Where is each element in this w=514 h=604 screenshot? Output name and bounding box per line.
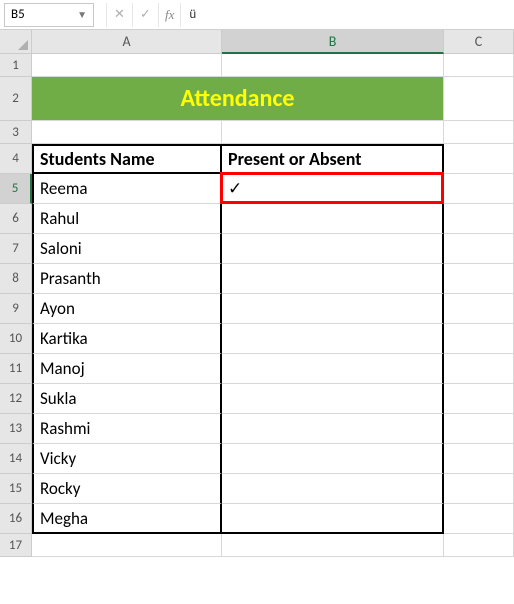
- row-header-9[interactable]: 9: [0, 294, 32, 324]
- row-header-7[interactable]: 7: [0, 234, 32, 264]
- student-status-cell[interactable]: [222, 444, 444, 474]
- cell[interactable]: [444, 77, 514, 121]
- row-header-17[interactable]: 17: [0, 534, 32, 557]
- cell[interactable]: [444, 534, 514, 557]
- row-header-1[interactable]: 1: [0, 54, 32, 77]
- student-name-cell[interactable]: Manoj: [32, 354, 222, 384]
- cell[interactable]: [444, 174, 514, 204]
- cell[interactable]: [444, 54, 514, 77]
- student-name-cell[interactable]: Megha: [32, 504, 222, 534]
- student-name-cell[interactable]: Rashmi: [32, 414, 222, 444]
- student-name-cell[interactable]: Saloni: [32, 234, 222, 264]
- cells-area[interactable]: Attendance Students NamePresent or Absent…: [32, 54, 514, 557]
- row-header-10[interactable]: 10: [0, 324, 32, 354]
- row-header-4[interactable]: 4: [0, 144, 32, 174]
- row-headers: 1234567891011121314151617: [0, 54, 32, 557]
- student-name-cell[interactable]: Vicky: [32, 444, 222, 474]
- column-headers: ABC: [32, 30, 514, 54]
- cell[interactable]: [32, 534, 222, 557]
- student-name-cell[interactable]: Rocky: [32, 474, 222, 504]
- cell[interactable]: [444, 414, 514, 444]
- chevron-down-icon[interactable]: ▼: [77, 8, 87, 21]
- cell[interactable]: [444, 444, 514, 474]
- student-name-cell[interactable]: Reema: [32, 174, 222, 204]
- row-header-2[interactable]: 2: [0, 77, 32, 121]
- formula-input[interactable]: ü: [180, 3, 514, 27]
- cell[interactable]: [222, 54, 444, 77]
- row-header-13[interactable]: 13: [0, 414, 32, 444]
- title-cell[interactable]: Attendance: [32, 77, 444, 121]
- formula-bar: B5 ▼ ✕ ✓ fx ü: [0, 0, 514, 30]
- student-status-cell[interactable]: [222, 474, 444, 504]
- student-name-cell[interactable]: Sukla: [32, 384, 222, 414]
- student-name-cell[interactable]: Rahul: [32, 204, 222, 234]
- student-name-cell[interactable]: Kartika: [32, 324, 222, 354]
- cell[interactable]: [444, 204, 514, 234]
- row-header-14[interactable]: 14: [0, 444, 32, 474]
- cell[interactable]: [32, 121, 222, 144]
- cancel-icon[interactable]: ✕: [106, 3, 132, 27]
- student-status-cell[interactable]: [222, 414, 444, 444]
- row-header-5[interactable]: 5: [0, 174, 32, 204]
- row-header-16[interactable]: 16: [0, 504, 32, 534]
- student-status-cell[interactable]: [222, 384, 444, 414]
- student-name-cell[interactable]: Prasanth: [32, 264, 222, 294]
- cell[interactable]: [444, 474, 514, 504]
- row-header-12[interactable]: 12: [0, 384, 32, 414]
- cell[interactable]: [32, 54, 222, 77]
- cell[interactable]: [444, 504, 514, 534]
- cell-reference: B5: [11, 7, 25, 22]
- column-header-b[interactable]: B: [222, 30, 444, 54]
- student-status-cell[interactable]: ✓: [222, 174, 444, 204]
- cell[interactable]: [444, 144, 514, 174]
- student-status-cell[interactable]: [222, 354, 444, 384]
- header-students-name[interactable]: Students Name: [32, 144, 222, 174]
- row-header-3[interactable]: 3: [0, 121, 32, 144]
- student-status-cell[interactable]: [222, 264, 444, 294]
- column-header-a[interactable]: A: [32, 30, 222, 54]
- row-header-6[interactable]: 6: [0, 204, 32, 234]
- student-status-cell[interactable]: [222, 294, 444, 324]
- cell[interactable]: [444, 294, 514, 324]
- cell[interactable]: [444, 264, 514, 294]
- enter-icon[interactable]: ✓: [132, 3, 158, 27]
- fx-icon[interactable]: fx: [158, 3, 180, 27]
- cell[interactable]: [444, 324, 514, 354]
- cell[interactable]: [444, 384, 514, 414]
- cell[interactable]: [444, 121, 514, 144]
- student-status-cell[interactable]: [222, 504, 444, 534]
- cell[interactable]: [222, 121, 444, 144]
- name-box[interactable]: B5 ▼: [4, 3, 94, 27]
- row-header-11[interactable]: 11: [0, 354, 32, 384]
- row-header-15[interactable]: 15: [0, 474, 32, 504]
- select-all-corner[interactable]: [0, 30, 32, 54]
- student-name-cell[interactable]: Ayon: [32, 294, 222, 324]
- row-header-8[interactable]: 8: [0, 264, 32, 294]
- header-present-absent[interactable]: Present or Absent: [222, 144, 444, 174]
- student-status-cell[interactable]: [222, 324, 444, 354]
- student-status-cell[interactable]: [222, 234, 444, 264]
- student-status-cell[interactable]: [222, 204, 444, 234]
- cell[interactable]: [444, 234, 514, 264]
- column-header-c[interactable]: C: [444, 30, 514, 54]
- cell[interactable]: [222, 534, 444, 557]
- cell[interactable]: [444, 354, 514, 384]
